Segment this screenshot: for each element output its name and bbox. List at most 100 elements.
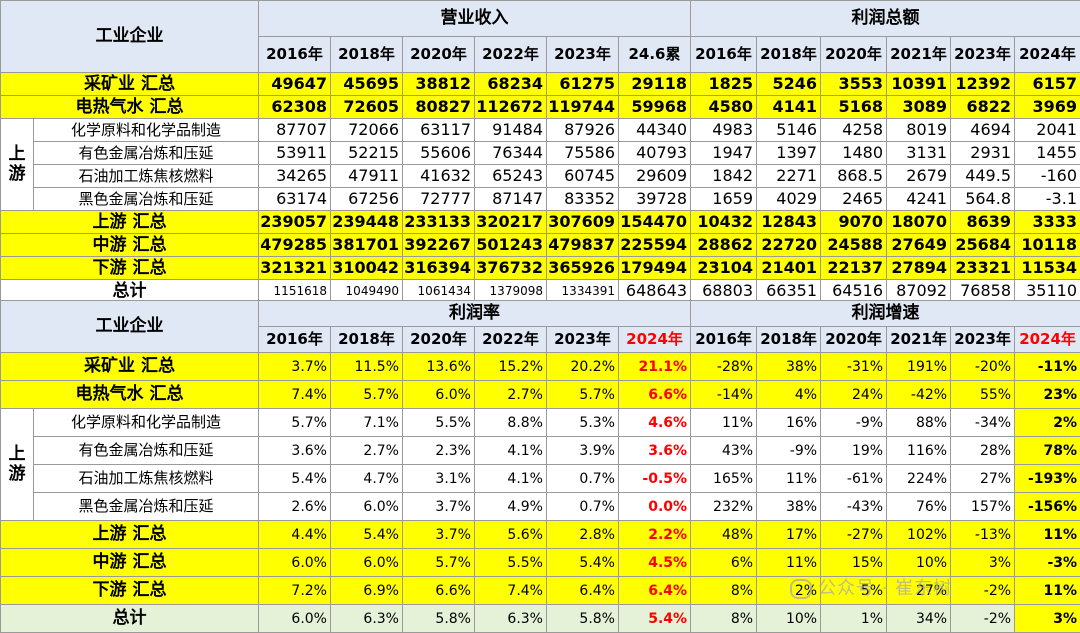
- year-header: 2016年: [691, 37, 757, 73]
- table-cell: -31%: [821, 353, 887, 381]
- table-cell: 2465: [821, 188, 887, 211]
- table-cell: 0.7%: [547, 493, 619, 521]
- table-cell: 72066: [331, 119, 403, 142]
- table-cell: 119744: [547, 96, 619, 119]
- table-cell: 21401: [757, 257, 821, 280]
- table-cell: -156%: [1015, 493, 1080, 521]
- year-header: 2016年: [259, 37, 331, 73]
- table-cell: 6.0%: [259, 549, 331, 577]
- upstream-group-label: 上游: [1, 409, 34, 521]
- table-cell: 87707: [259, 119, 331, 142]
- year-header: 2023年: [547, 327, 619, 353]
- row-label: 采矿业 汇总: [1, 73, 259, 96]
- table-cell: 6.0%: [331, 493, 403, 521]
- table-cell: 4.9%: [475, 493, 547, 521]
- table-cell: -9%: [757, 437, 821, 465]
- row-label: 化学原料和化学品制造: [34, 409, 259, 437]
- table-cell: 38%: [757, 353, 821, 381]
- table-cell: 4694: [951, 119, 1015, 142]
- table-cell: 6.6%: [403, 577, 475, 605]
- table-cell: 3%: [951, 549, 1015, 577]
- table-cell: 5.4%: [547, 549, 619, 577]
- table-cell: 310042: [331, 257, 403, 280]
- table-cell: 5146: [757, 119, 821, 142]
- row-label: 黑色金属冶炼和压延: [34, 188, 259, 211]
- row-label: 中游 汇总: [1, 234, 259, 257]
- table-cell: 10%: [887, 549, 951, 577]
- year-header: 2023年: [547, 37, 619, 73]
- row-label: 有色金属冶炼和压延: [34, 437, 259, 465]
- table-cell: 47911: [331, 165, 403, 188]
- table-cell: 6%: [691, 549, 757, 577]
- table-row: 采矿业 汇总4964745695388126823461275291181825…: [1, 73, 1080, 96]
- table-cell: 5.7%: [403, 549, 475, 577]
- table-cell: 43%: [691, 437, 757, 465]
- table-cell: 307609: [547, 211, 619, 234]
- table-cell: 2.7%: [475, 381, 547, 409]
- year-header: 2018年: [757, 37, 821, 73]
- table-cell: 44340: [619, 119, 691, 142]
- table-cell: 6157: [1015, 73, 1080, 96]
- row-label: 石油加工炼焦核燃料: [34, 465, 259, 493]
- table-cell: 34%: [887, 605, 951, 633]
- row-label: 中游 汇总: [1, 549, 259, 577]
- table-cell: 76%: [887, 493, 951, 521]
- table-cell: 39728: [619, 188, 691, 211]
- table-cell: 392267: [403, 234, 475, 257]
- table-cell: 2.3%: [403, 437, 475, 465]
- table-cell: 7.2%: [259, 577, 331, 605]
- table-cell: -34%: [951, 409, 1015, 437]
- table-row: 电热气水 汇总623087260580827112672119744599684…: [1, 96, 1080, 119]
- group-header-profit: 利润总额: [691, 1, 1080, 37]
- table-cell: 4029: [757, 188, 821, 211]
- table-row: 电热气水 汇总7.4%5.7%6.0%2.7%5.7%6.6%-14%4%24%…: [1, 381, 1080, 409]
- table-row: 上游 汇总4.4%5.4%3.7%5.6%2.8%2.2%48%17%-27%1…: [1, 521, 1080, 549]
- table-cell: 116%: [887, 437, 951, 465]
- table-cell: 6.6%: [619, 381, 691, 409]
- table-cell: 49647: [259, 73, 331, 96]
- table-cell: 52215: [331, 142, 403, 165]
- table-cell: 5246: [757, 73, 821, 96]
- table-cell: -14%: [691, 381, 757, 409]
- table-cell: 68234: [475, 73, 547, 96]
- table-cell: -0.5%: [619, 465, 691, 493]
- table-cell: 24588: [821, 234, 887, 257]
- table-row: 上游化学原料和化学品制造8770772066631179148487926443…: [1, 119, 1080, 142]
- year-header: 2024年: [619, 327, 691, 353]
- table-cell: 4.1%: [475, 465, 547, 493]
- table-cell: 5.8%: [547, 605, 619, 633]
- table-cell: 2.8%: [547, 521, 619, 549]
- table-cell: 0.0%: [619, 493, 691, 521]
- table-cell: 316394: [403, 257, 475, 280]
- table-cell: 29118: [619, 73, 691, 96]
- table-cell: 4983: [691, 119, 757, 142]
- table-cell: 22720: [757, 234, 821, 257]
- table-cell: 40793: [619, 142, 691, 165]
- table-cell: 6.3%: [331, 605, 403, 633]
- table-cell: 1947: [691, 142, 757, 165]
- table-cell: 6.0%: [331, 549, 403, 577]
- table-cell: -9%: [821, 409, 887, 437]
- table-cell: 27649: [887, 234, 951, 257]
- year-header: 2024年: [1015, 37, 1080, 73]
- year-header: 2020年: [403, 327, 475, 353]
- table-cell: 83352: [547, 188, 619, 211]
- table-cell: -43%: [821, 493, 887, 521]
- table-cell: 7.1%: [331, 409, 403, 437]
- table-cell: 18070: [887, 211, 951, 234]
- table-cell: 6.3%: [475, 605, 547, 633]
- table-cell: -3.1: [1015, 188, 1080, 211]
- table-cell: 321321: [259, 257, 331, 280]
- table-cell: 564.8: [951, 188, 1015, 211]
- table-row: 采矿业 汇总3.7%11.5%13.6%15.2%20.2%21.1%-28%3…: [1, 353, 1080, 381]
- table-cell: 17%: [757, 521, 821, 549]
- table-cell: 8019: [887, 119, 951, 142]
- table-cell: 55%: [951, 381, 1015, 409]
- table-row: 有色金属冶炼和压延5391152215556067634475586407931…: [1, 142, 1080, 165]
- table-cell: 225594: [619, 234, 691, 257]
- table-cell: 3.6%: [259, 437, 331, 465]
- row-label: 有色金属冶炼和压延: [34, 142, 259, 165]
- table-cell: 2931: [951, 142, 1015, 165]
- table-cell: 6.4%: [619, 577, 691, 605]
- table-cell: 191%: [887, 353, 951, 381]
